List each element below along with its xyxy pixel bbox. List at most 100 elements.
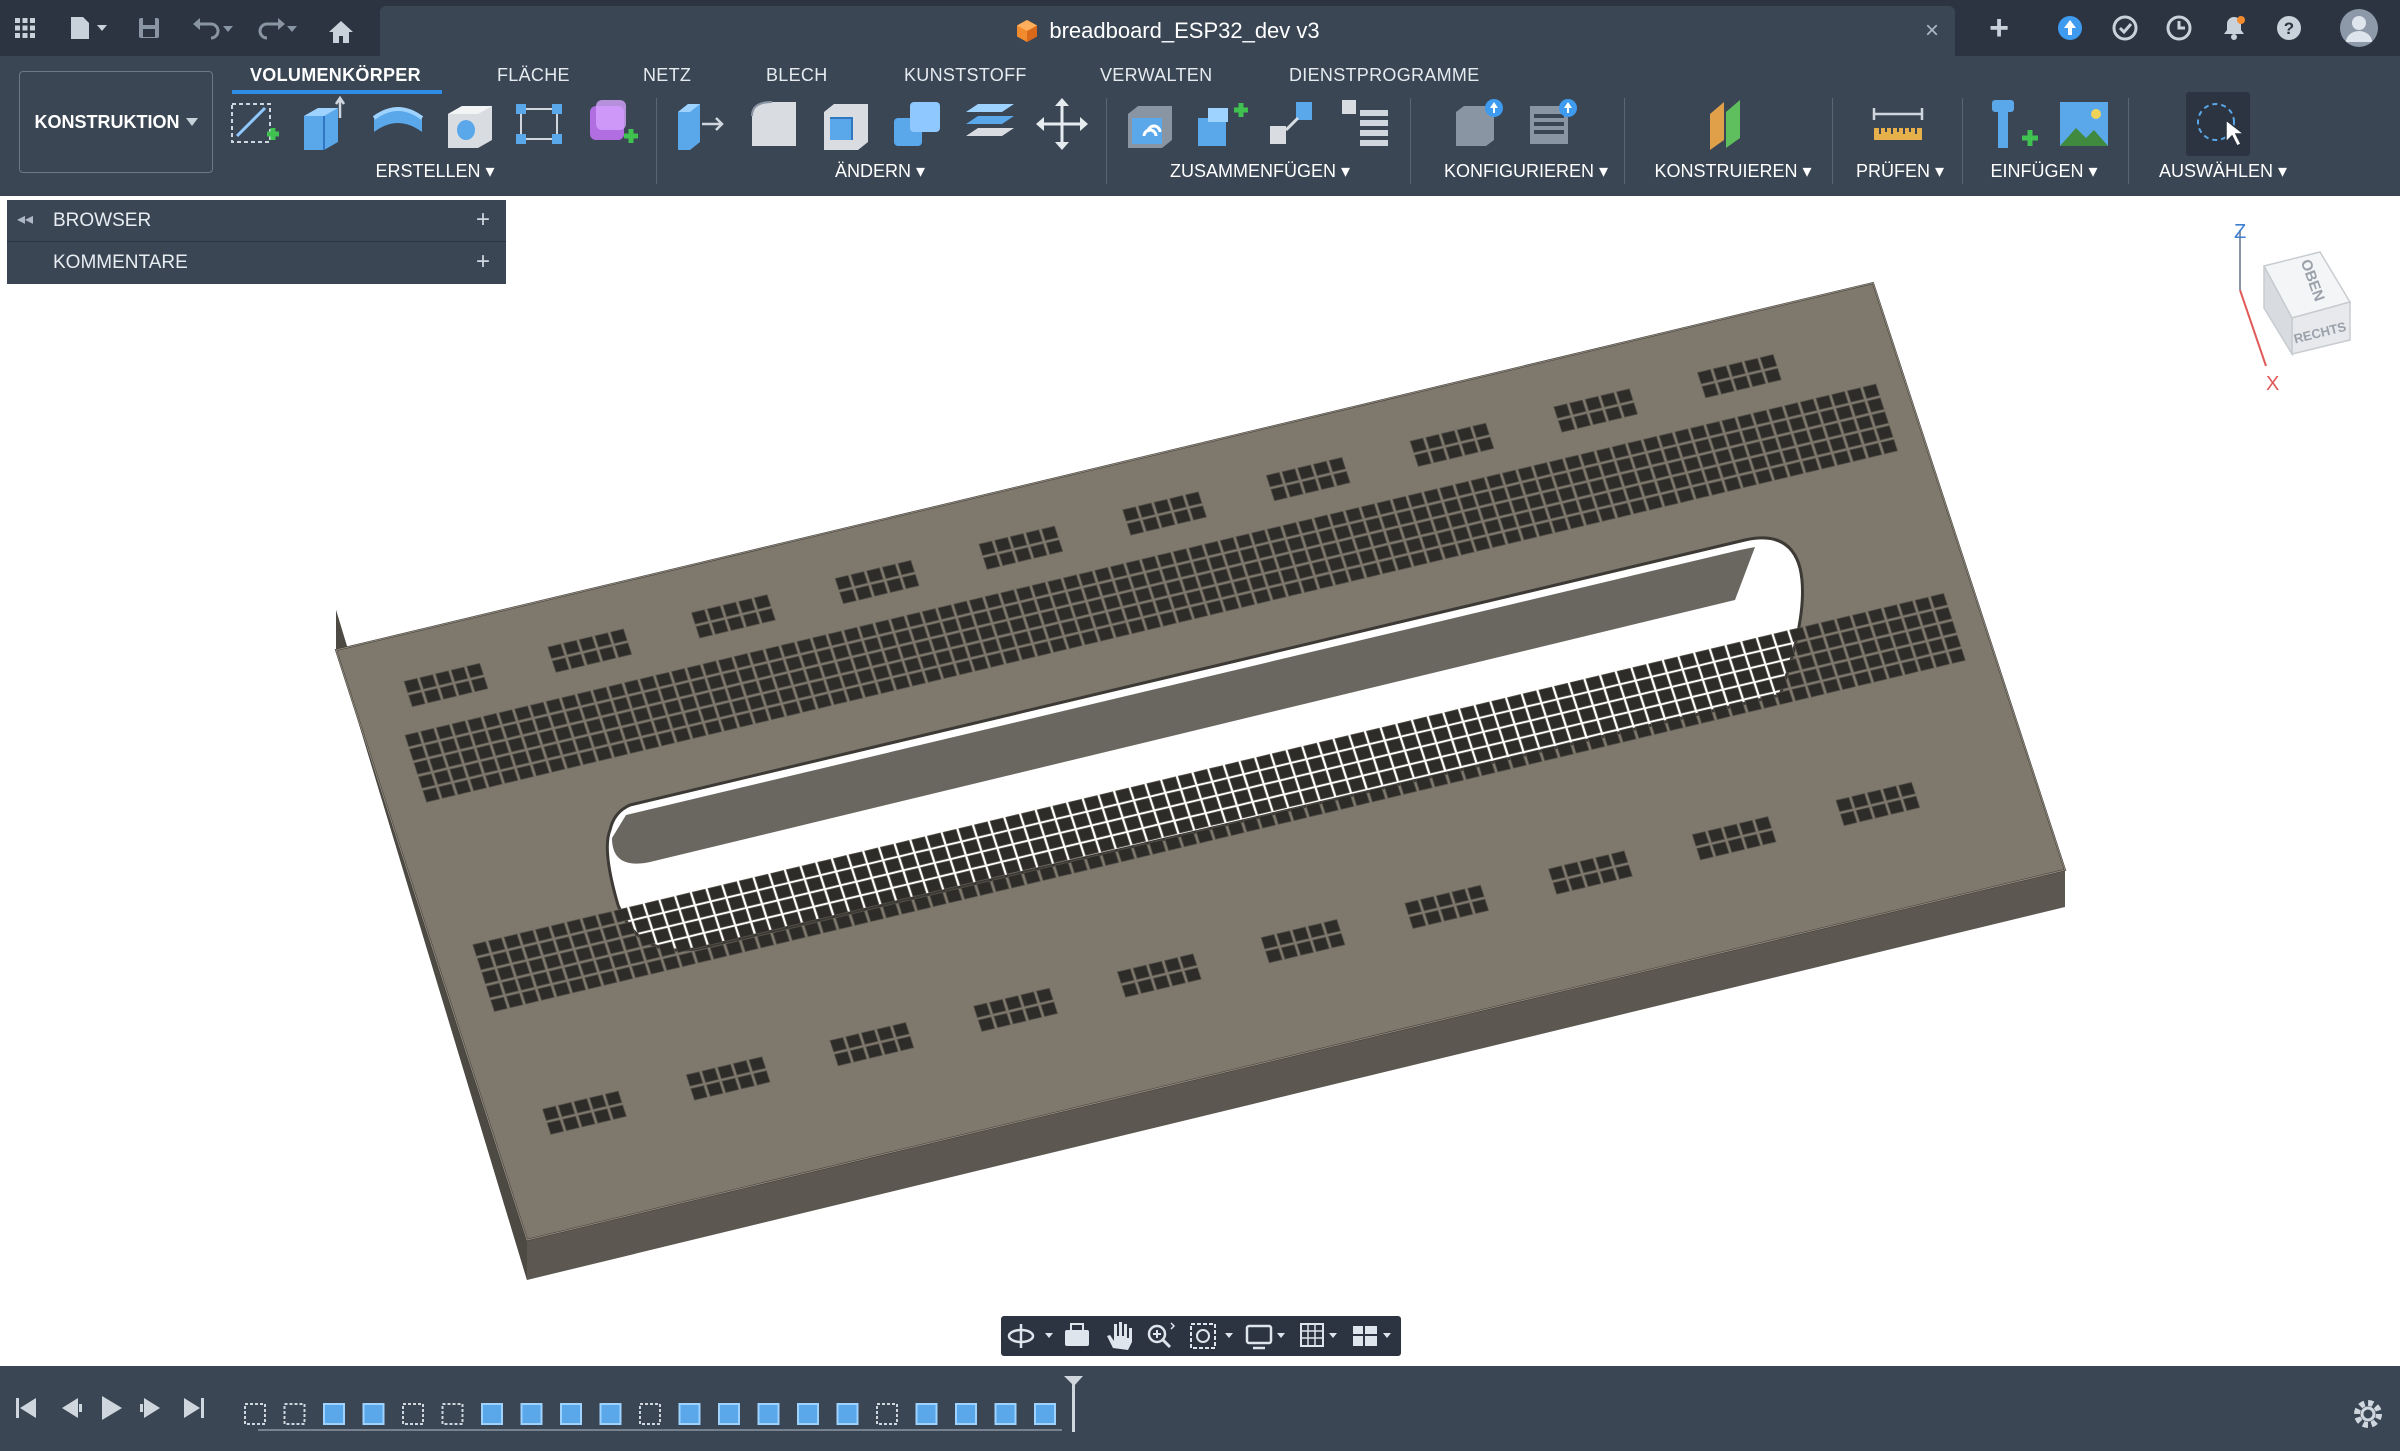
timeline-feature-icon[interactable] [639, 1403, 661, 1425]
fillet-icon[interactable] [746, 96, 802, 152]
viewports-icon[interactable] [1353, 1326, 1391, 1346]
timeline-feature-icon[interactable] [836, 1403, 859, 1425]
browser-row[interactable]: ◂◂ BROWSER + [7, 200, 506, 242]
model-viewport[interactable] [0, 196, 2400, 1366]
tab-flaeche[interactable]: FLÄCHE [497, 60, 570, 90]
timeline-feature-icon[interactable] [915, 1403, 938, 1425]
create-form-icon[interactable] [584, 96, 640, 152]
job-status-icon[interactable] [2109, 12, 2141, 44]
document-tab[interactable]: breadboard_ESP32_dev v3 × [380, 6, 1955, 56]
timeline-feature-icon[interactable] [520, 1403, 543, 1425]
timeline-feature-icon[interactable] [560, 1403, 582, 1425]
timeline-feature-icon[interactable] [244, 1403, 266, 1425]
group-auswaehlen[interactable]: AUSWÄHLEN ▾ [2148, 159, 2298, 183]
pattern-icon[interactable] [512, 96, 568, 152]
view-cube[interactable]: Z X OBEN RECHTS [2228, 222, 2368, 402]
press-pull-icon[interactable] [672, 96, 728, 152]
group-pruefen[interactable]: PRÜFEN ▾ [1848, 159, 1952, 183]
group-separator [1106, 98, 1107, 184]
comments-row[interactable]: KOMMENTARE + [7, 242, 506, 283]
timeline-feature-icon[interactable] [283, 1403, 306, 1425]
insert-mcmaster-icon[interactable] [1986, 96, 2042, 152]
undo-icon[interactable] [188, 12, 238, 44]
step-forward-icon[interactable] [140, 1398, 160, 1418]
skip-end-icon[interactable] [184, 1398, 204, 1418]
timeline-feature-icon[interactable] [797, 1403, 819, 1425]
timeline-feature-icon[interactable] [994, 1403, 1017, 1425]
fit-icon[interactable] [1190, 1323, 1233, 1349]
group-separator [656, 98, 657, 184]
revolve-icon[interactable] [370, 96, 426, 152]
extensions-icon[interactable] [2054, 12, 2086, 44]
extrude-icon[interactable] [296, 96, 352, 152]
history-icon[interactable] [2163, 12, 2195, 44]
file-menu-icon[interactable] [64, 12, 114, 44]
workspace-selector[interactable]: KONSTRUKTION [19, 71, 213, 173]
gear-icon[interactable] [2354, 1400, 2382, 1428]
timeline-feature-icon[interactable] [402, 1403, 424, 1425]
zoom-icon[interactable] [1147, 1322, 1176, 1349]
group-aendern[interactable]: ÄNDERN ▾ [810, 159, 950, 183]
tab-dienstprogramme[interactable]: DIENSTPROGRAMME [1289, 60, 1480, 90]
group-einfuegen[interactable]: EINFÜGEN ▾ [1980, 159, 2108, 183]
apps-grid-icon[interactable] [10, 12, 40, 44]
save-icon[interactable] [134, 12, 164, 44]
new-component-icon[interactable] [1122, 96, 1178, 152]
timeline-feature-icon[interactable] [876, 1403, 898, 1425]
create-sketch-icon[interactable] [227, 96, 283, 152]
look-at-icon[interactable] [1065, 1323, 1089, 1346]
help-icon[interactable]: ? [2273, 12, 2305, 44]
comments-expand-icon[interactable]: + [476, 248, 490, 276]
timeline-feature-icon[interactable] [718, 1403, 740, 1425]
timeline-feature-icon[interactable] [757, 1403, 780, 1425]
home-icon[interactable] [326, 16, 356, 48]
group-konfigurieren[interactable]: KONFIGURIEREN ▾ [1436, 159, 1616, 183]
display-settings-icon[interactable] [1245, 1324, 1285, 1350]
select-icon[interactable] [2186, 92, 2250, 156]
timeline-feature-icon[interactable] [599, 1403, 622, 1425]
move-icon[interactable] [1034, 96, 1090, 152]
timeline-feature-icon[interactable] [481, 1403, 503, 1425]
step-back-icon[interactable] [62, 1398, 82, 1418]
timeline-feature-icon[interactable] [323, 1403, 345, 1425]
pan-icon[interactable] [1107, 1322, 1132, 1350]
group-konstruieren[interactable]: KONSTRUIEREN ▾ [1648, 159, 1818, 183]
joint-icon[interactable] [1194, 96, 1250, 152]
timeline-marker[interactable] [1064, 1376, 1083, 1432]
group-erstellen[interactable]: ERSTELLEN ▾ [360, 159, 510, 183]
tab-verwalten[interactable]: VERWALTEN [1100, 60, 1212, 90]
skip-start-icon[interactable] [16, 1398, 36, 1418]
hole-icon[interactable] [442, 96, 498, 152]
tab-volumenkoerper[interactable]: VOLUMENKÖRPER [250, 60, 421, 90]
insert-canvas-icon[interactable] [2056, 96, 2112, 152]
measure-icon[interactable] [1870, 96, 1926, 152]
browser-expand-icon[interactable]: + [476, 206, 490, 234]
group-zusammenfuegen[interactable]: ZUSAMMENFÜGEN ▾ [1165, 159, 1355, 183]
tab-blech[interactable]: BLECH [766, 60, 828, 90]
timeline-feature-icon[interactable] [1034, 1403, 1056, 1425]
close-tab-icon[interactable]: × [1919, 18, 1945, 44]
user-avatar[interactable] [2339, 6, 2379, 50]
collapse-icon[interactable]: ◂◂ [17, 209, 33, 229]
configure-icon[interactable] [1452, 96, 1508, 152]
grid-icon[interactable] [1300, 1323, 1337, 1347]
tab-kunststoff[interactable]: KUNSTSTOFF [904, 60, 1027, 90]
joint-origin-table-icon[interactable] [1338, 96, 1394, 152]
timeline-feature-icon[interactable] [441, 1403, 464, 1425]
combine-icon[interactable] [890, 96, 946, 152]
timeline-feature-icon[interactable] [362, 1403, 385, 1425]
notifications-icon[interactable] [2218, 12, 2250, 44]
offset-plane-icon[interactable] [1702, 96, 1758, 152]
offset-face-icon[interactable] [962, 96, 1018, 152]
shell-icon[interactable] [818, 96, 874, 152]
timeline-feature-icon[interactable] [678, 1403, 701, 1425]
group-separator [1962, 98, 1963, 184]
as-built-joint-icon[interactable] [1266, 96, 1322, 152]
tab-netz[interactable]: NETZ [643, 60, 691, 90]
new-tab-icon[interactable]: + [1984, 9, 2014, 47]
timeline-feature-icon[interactable] [955, 1403, 977, 1425]
redo-icon[interactable] [250, 12, 300, 44]
configuration-table-icon[interactable] [1526, 96, 1582, 152]
play-icon[interactable] [102, 1396, 122, 1420]
orbit-icon[interactable] [1007, 1324, 1053, 1348]
